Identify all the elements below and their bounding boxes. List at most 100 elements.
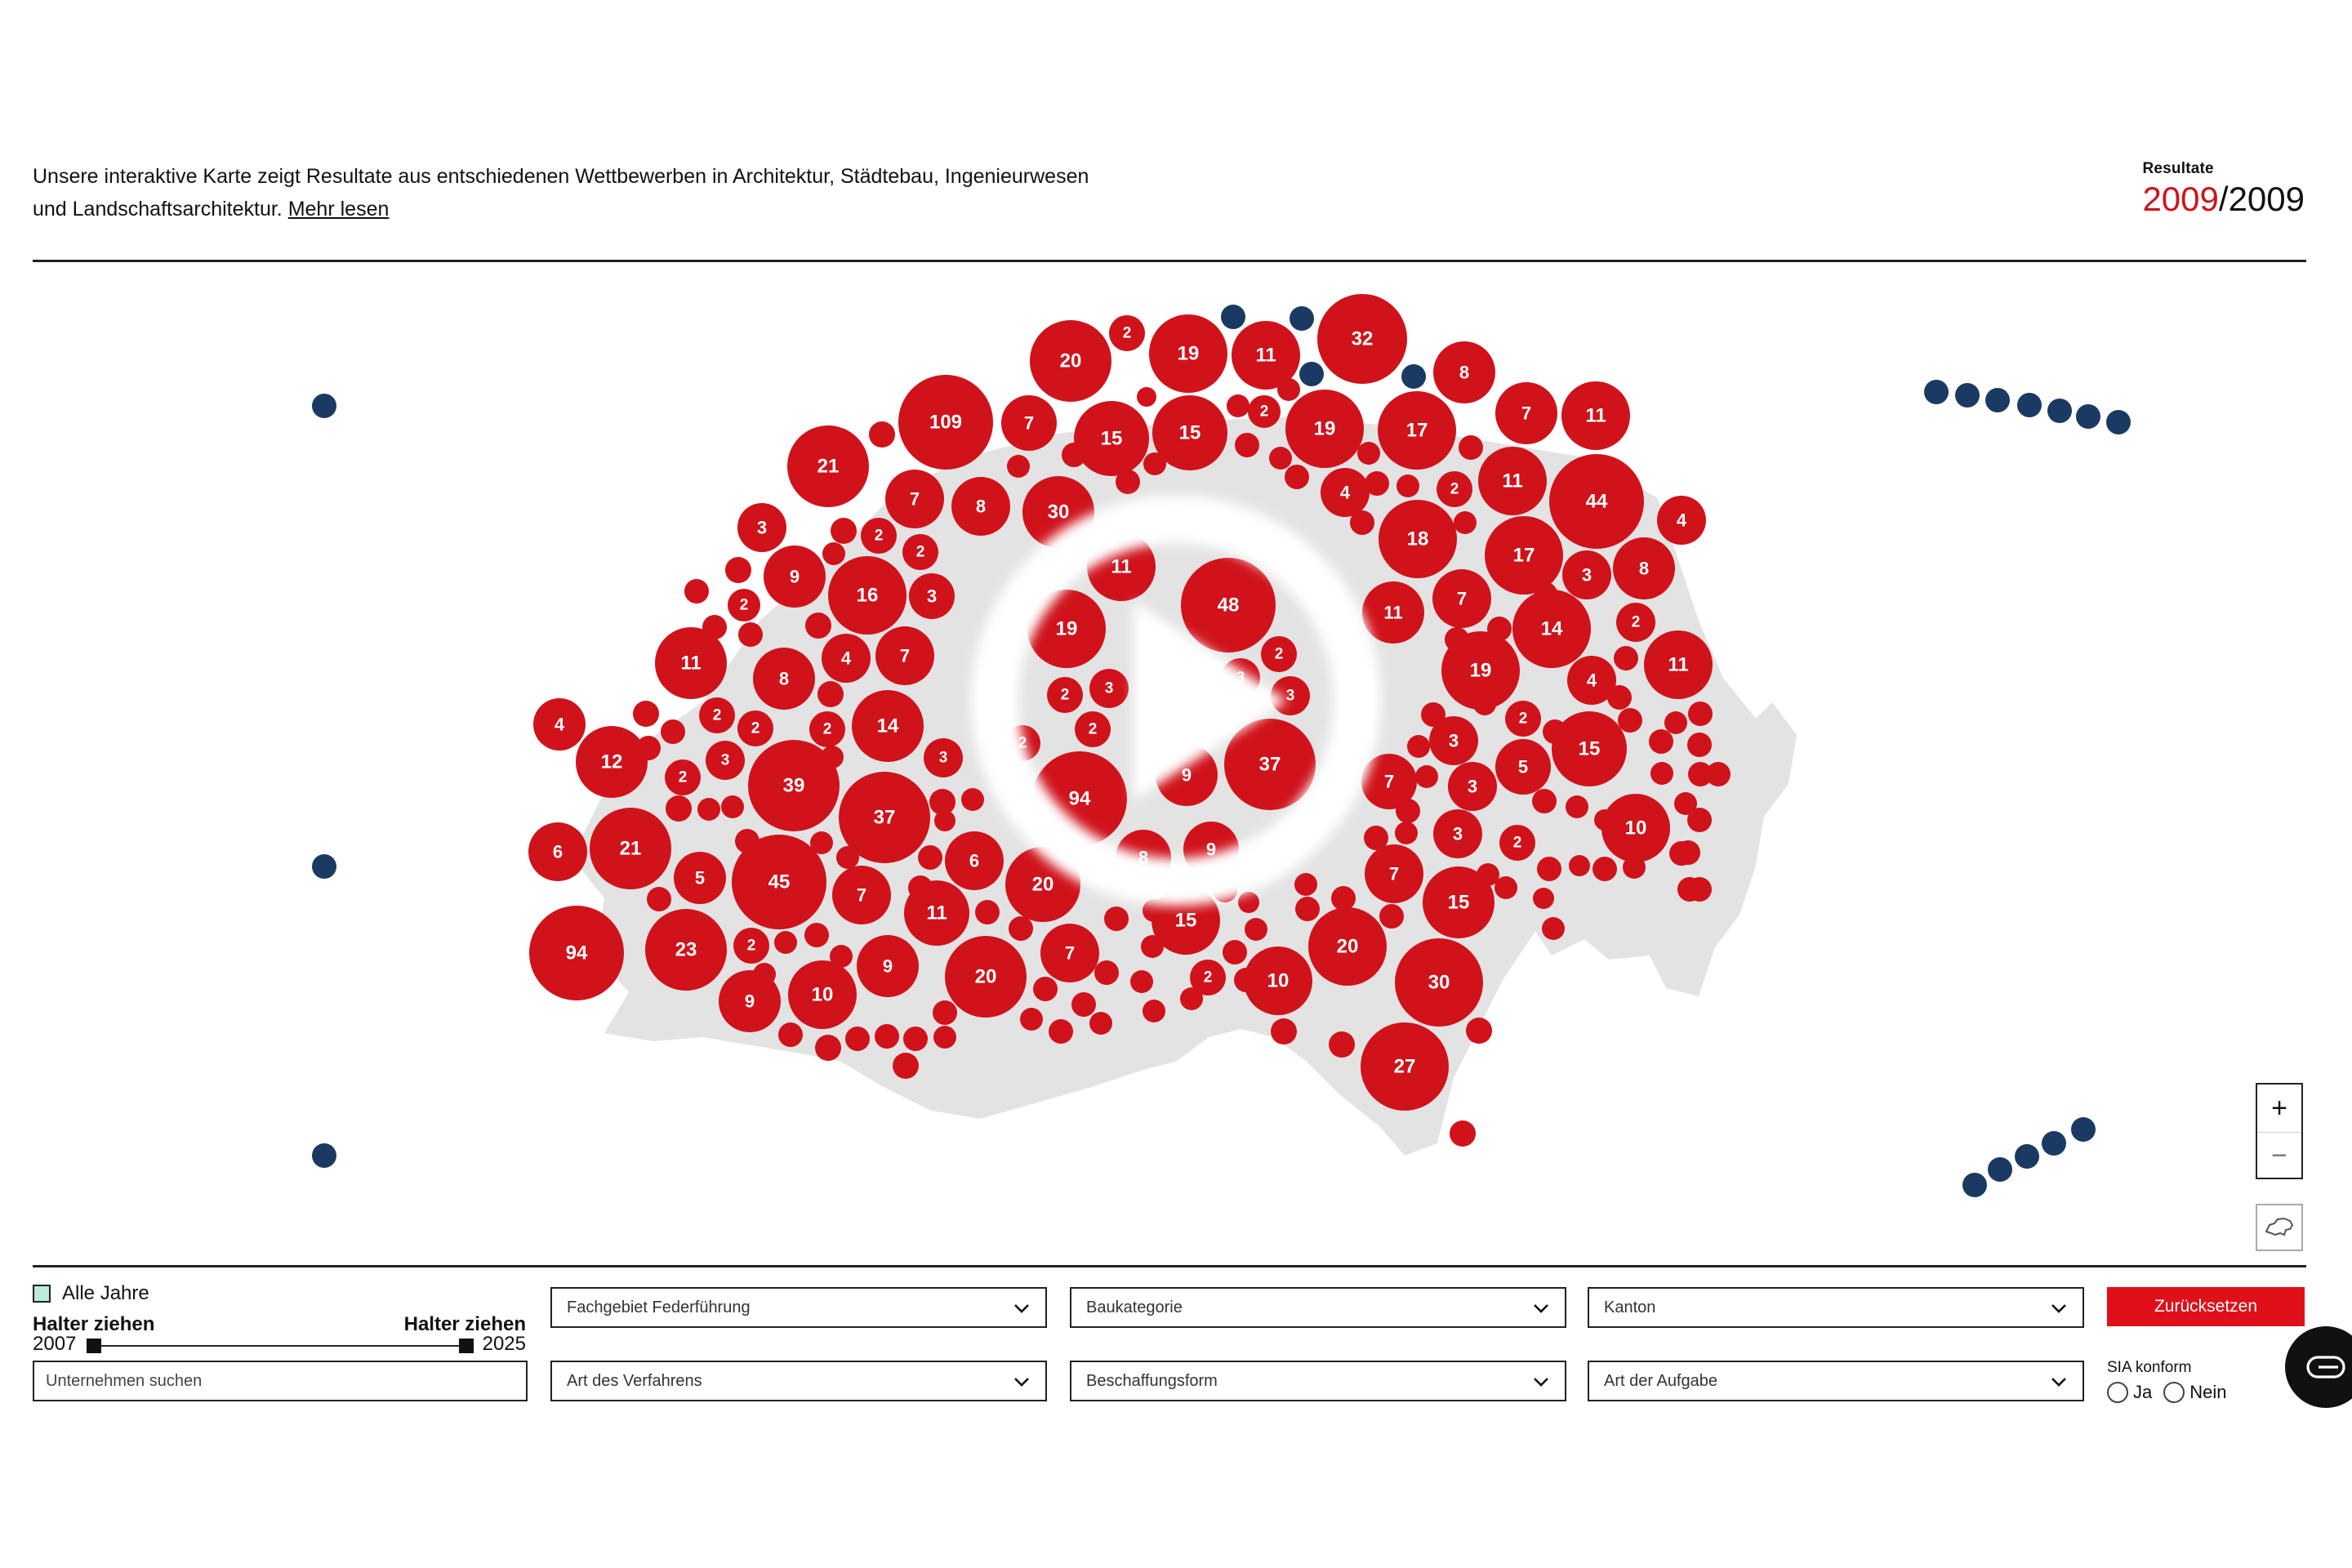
sia-yes-radio[interactable]	[2107, 1382, 2128, 1403]
result-bubble[interactable]	[1687, 877, 1712, 902]
bubble-circle[interactable]	[661, 719, 685, 744]
bubble-circle[interactable]	[1062, 443, 1086, 467]
result-bubble[interactable]	[1533, 888, 1554, 909]
result-bubble[interactable]	[934, 810, 956, 831]
result-bubble[interactable]: 23	[645, 909, 727, 991]
result-bubble[interactable]	[1535, 582, 1557, 605]
result-bubble[interactable]	[1049, 1019, 1073, 1044]
bubble-circle[interactable]	[831, 518, 857, 544]
result-bubble[interactable]: 17	[1378, 391, 1456, 470]
result-bubble[interactable]	[1396, 799, 1420, 823]
result-bubble[interactable]	[836, 846, 859, 869]
bubble-circle[interactable]	[822, 542, 845, 565]
bubble-circle[interactable]	[684, 579, 709, 604]
bubble-circle[interactable]	[1450, 1120, 1476, 1147]
bubble-circle[interactable]	[869, 421, 895, 448]
bubble-circle[interactable]	[1607, 685, 1632, 710]
bubble-circle[interactable]	[1466, 1018, 1492, 1044]
result-dot[interactable]	[2106, 410, 2131, 434]
result-bubble[interactable]	[735, 829, 760, 853]
bubble-circle[interactable]	[738, 622, 763, 647]
result-bubble[interactable]	[697, 798, 720, 821]
result-bubble[interactable]: 3	[1562, 550, 1611, 599]
result-bubble[interactable]	[702, 615, 727, 639]
bubble-circle[interactable]	[1033, 977, 1058, 1001]
zoom-in-button[interactable]: +	[2257, 1085, 2301, 1132]
result-bubble[interactable]: 7	[1040, 924, 1099, 982]
result-dot[interactable]	[312, 394, 336, 418]
bubble-circle[interactable]	[817, 681, 844, 707]
result-dot[interactable]	[312, 1143, 336, 1168]
result-bubble[interactable]	[908, 875, 933, 900]
all-years-toggle[interactable]: Alle Jahre	[33, 1282, 149, 1305]
result-bubble[interactable]: 11	[1561, 381, 1630, 450]
result-bubble[interactable]	[933, 1026, 956, 1049]
result-bubble[interactable]	[875, 1024, 899, 1049]
result-bubble[interactable]	[1387, 430, 1410, 452]
result-bubble[interactable]: 5	[1495, 739, 1551, 795]
bubble-circle[interactable]	[1285, 465, 1309, 489]
result-bubble[interactable]	[1269, 447, 1292, 470]
result-bubble[interactable]	[1488, 549, 1511, 572]
result-bubble[interactable]: 2	[733, 928, 769, 964]
result-bubble[interactable]	[1245, 918, 1267, 941]
result-bubble[interactable]: 16	[828, 556, 906, 635]
result-bubble[interactable]	[1454, 511, 1477, 534]
result-bubble[interactable]: 2	[699, 697, 735, 733]
result-bubble[interactable]	[1143, 452, 1166, 475]
result-bubble[interactable]: 2	[728, 589, 760, 621]
result-bubble[interactable]: 11	[1478, 447, 1547, 515]
year-slider-handle-end[interactable]	[459, 1339, 474, 1353]
result-bubble[interactable]: 4	[533, 698, 586, 751]
bubble-circle[interactable]	[1007, 455, 1030, 478]
bubble-circle[interactable]	[1020, 1008, 1043, 1031]
result-bubble[interactable]	[1007, 455, 1030, 478]
result-bubble[interactable]	[1532, 789, 1557, 813]
bubble-circle[interactable]	[1234, 968, 1258, 992]
bubble-circle[interactable]	[805, 612, 831, 639]
result-dot[interactable]	[1290, 306, 1314, 331]
result-bubble[interactable]: 2	[1109, 315, 1145, 351]
result-bubble[interactable]	[661, 719, 685, 744]
result-bubble[interactable]	[1062, 443, 1086, 467]
result-bubble[interactable]: 7	[1495, 382, 1557, 444]
bubble-circle[interactable]	[1415, 765, 1438, 788]
result-bubble[interactable]	[1407, 735, 1430, 758]
bubble-circle[interactable]	[1245, 918, 1267, 941]
result-bubble[interactable]	[1592, 857, 1617, 881]
result-bubble[interactable]: 30	[1395, 938, 1483, 1027]
bubble-circle[interactable]	[1269, 447, 1292, 470]
bubble-circle[interactable]	[1130, 970, 1153, 993]
beschaffung-select[interactable]: Beschaffungsform	[1070, 1361, 1566, 1401]
bubble-circle[interactable]	[918, 845, 942, 870]
bubble-circle[interactable]	[1235, 433, 1259, 457]
bubble-circle[interactable]	[903, 1027, 928, 1051]
year-slider-handle-start[interactable]	[87, 1339, 101, 1353]
result-bubble[interactable]	[1277, 378, 1300, 401]
result-bubble[interactable]: 94	[529, 906, 624, 1000]
result-bubble[interactable]	[1180, 987, 1203, 1010]
bubble-circle[interactable]	[753, 963, 776, 986]
bubble-circle[interactable]	[1532, 789, 1557, 813]
sia-no-radio[interactable]	[2163, 1382, 2185, 1403]
zoom-out-button[interactable]: −	[2257, 1132, 2301, 1179]
result-bubble[interactable]	[1227, 394, 1250, 417]
bubble-circle[interactable]	[1271, 1018, 1297, 1045]
bubble-circle[interactable]	[830, 945, 853, 968]
bubble-circle[interactable]	[636, 736, 661, 760]
result-bubble[interactable]	[1089, 1012, 1112, 1035]
result-bubble[interactable]	[1623, 856, 1646, 879]
result-bubble[interactable]: 19	[1149, 314, 1227, 393]
result-bubble[interactable]	[1664, 711, 1687, 734]
bubble-circle[interactable]	[1459, 435, 1483, 460]
baukategorie-select[interactable]: Baukategorie	[1070, 1287, 1566, 1328]
result-bubble[interactable]: 8	[1613, 537, 1675, 599]
bubble-circle[interactable]	[1396, 474, 1419, 497]
result-bubble[interactable]: 3	[909, 573, 955, 619]
result-bubble[interactable]: 9	[764, 546, 826, 608]
result-bubble[interactable]	[1487, 617, 1512, 641]
bubble-circle[interactable]	[1049, 1019, 1073, 1044]
result-bubble[interactable]	[1650, 762, 1673, 785]
kanton-select[interactable]: Kanton	[1588, 1287, 2084, 1328]
result-bubble[interactable]: 109	[898, 375, 993, 470]
